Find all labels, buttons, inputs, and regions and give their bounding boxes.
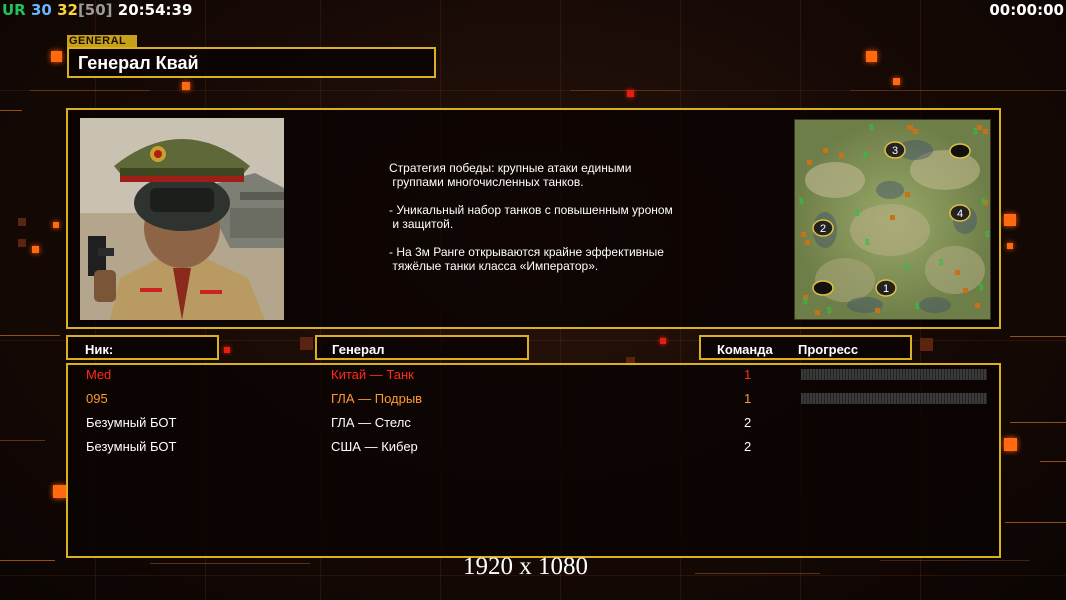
bg-glow-dot (182, 82, 190, 90)
bg-glow-dot (1004, 438, 1017, 451)
general-title-box: Генерал Квай (67, 47, 436, 78)
bg-streak (0, 110, 22, 111)
player-general: США — Кибер (331, 439, 418, 454)
bg-glow-dot (627, 90, 634, 97)
description-paragraph: - На 3м Ранге открываются крайне эффекти… (389, 245, 664, 273)
bg-glow-dot (224, 347, 230, 353)
resolution-caption: 1920 x 1080 (463, 553, 588, 580)
bg-glow-dot (300, 337, 313, 350)
player-team: 2 (744, 439, 752, 454)
bg-streak (850, 90, 1066, 91)
map-spot-label: 2 (820, 223, 826, 235)
bg-glow-dot (32, 246, 39, 253)
svg-text:$: $ (803, 297, 808, 306)
bg-glow-dot (660, 338, 666, 344)
svg-text:$: $ (863, 151, 868, 160)
bg-glow-dot (18, 218, 26, 226)
svg-text:$: $ (973, 127, 978, 136)
map-spot-label: 1 (883, 283, 889, 295)
bg-glow-dot (866, 51, 877, 62)
svg-text:$: $ (827, 306, 832, 315)
column-header-team-progress: Команда Прогресс (699, 335, 912, 360)
bg-glow-dot (1004, 214, 1016, 226)
bg-streak (1005, 522, 1066, 523)
progress-bar (801, 369, 987, 380)
column-header-label: Генерал (332, 342, 385, 357)
player-nick: Безумный БОТ (86, 439, 177, 454)
bg-glow-dot (893, 78, 900, 85)
player-general: ГЛА — Стелс (331, 415, 411, 430)
player-row[interactable]: Безумный БОТ ГЛА — Стелс 2 (68, 412, 999, 434)
map-spot-label: 3 (892, 145, 898, 157)
bg-streak (880, 560, 1030, 561)
player-nick: 095 (86, 391, 108, 406)
bg-glow-dot (53, 222, 59, 228)
bg-streak (0, 335, 60, 336)
svg-text:$: $ (939, 258, 944, 267)
game-timer: 00:00:00 (989, 1, 1064, 19)
svg-text:$: $ (985, 230, 990, 239)
player-team: 2 (744, 415, 752, 430)
player-team: 1 (744, 367, 752, 382)
map-preview: 3 2 4 1 $ $ $ $ $ $ $ $ $ $ $ $ $ $ (794, 119, 991, 320)
svg-text:$: $ (915, 302, 920, 311)
player-nick: Безумный БОТ (86, 415, 177, 430)
general-name: Генерал Квай (78, 53, 199, 73)
bg-streak (30, 90, 150, 91)
player-nick: Med (86, 367, 112, 382)
column-header-nick: Ник: (66, 335, 219, 360)
column-header-label: Команда (717, 342, 773, 357)
player-general: ГЛА — Подрыв (331, 391, 423, 406)
general-description: Стратегия победы: крупные атаки едиными … (389, 161, 673, 273)
bg-glow-dot (51, 51, 62, 62)
svg-text:$: $ (979, 283, 984, 292)
svg-text:$: $ (981, 197, 986, 206)
svg-text:$: $ (865, 238, 870, 247)
general-portrait (80, 118, 284, 320)
player-list: Med Китай — Танк 1 095 ГЛА — Подрыв 1 Бе… (66, 363, 1001, 558)
map-spot-label: 4 (957, 208, 963, 220)
player-general: Китай — Танк (331, 367, 414, 382)
svg-text:$: $ (905, 263, 910, 272)
description-paragraph: Стратегия победы: крупные атаки едиными … (389, 161, 632, 189)
player-row[interactable]: Безумный БОТ США — Кибер 2 (68, 436, 999, 458)
player-row[interactable]: Med Китай — Танк 1 (68, 364, 999, 386)
bg-streak (1040, 461, 1066, 462)
svg-text:$: $ (869, 123, 874, 132)
bg-streak (0, 440, 45, 441)
bg-glow-dot (1007, 243, 1013, 249)
bg-streak (0, 560, 55, 561)
svg-text:$: $ (855, 209, 860, 218)
description-paragraph: - Уникальный набор танков с повышенным у… (389, 203, 673, 231)
column-header-label: Прогресс (798, 342, 859, 357)
progress-bar (801, 393, 987, 404)
bg-streak (695, 573, 820, 574)
bg-streak (150, 563, 310, 564)
svg-text:$: $ (799, 197, 804, 206)
bg-glow-dot (53, 485, 66, 498)
bg-streak (1010, 336, 1066, 337)
bg-streak (570, 90, 680, 91)
fps-overlay: UR 30 32[50] 20:54:39 (2, 1, 193, 19)
player-team: 1 (744, 391, 752, 406)
bg-streak (1010, 422, 1066, 423)
column-header-label: Ник: (85, 342, 114, 357)
bg-glow-dot (920, 338, 933, 351)
column-header-general: Генерал (315, 335, 529, 360)
player-row[interactable]: 095 ГЛА — Подрыв 1 (68, 388, 999, 410)
bg-glow-dot (18, 239, 26, 247)
